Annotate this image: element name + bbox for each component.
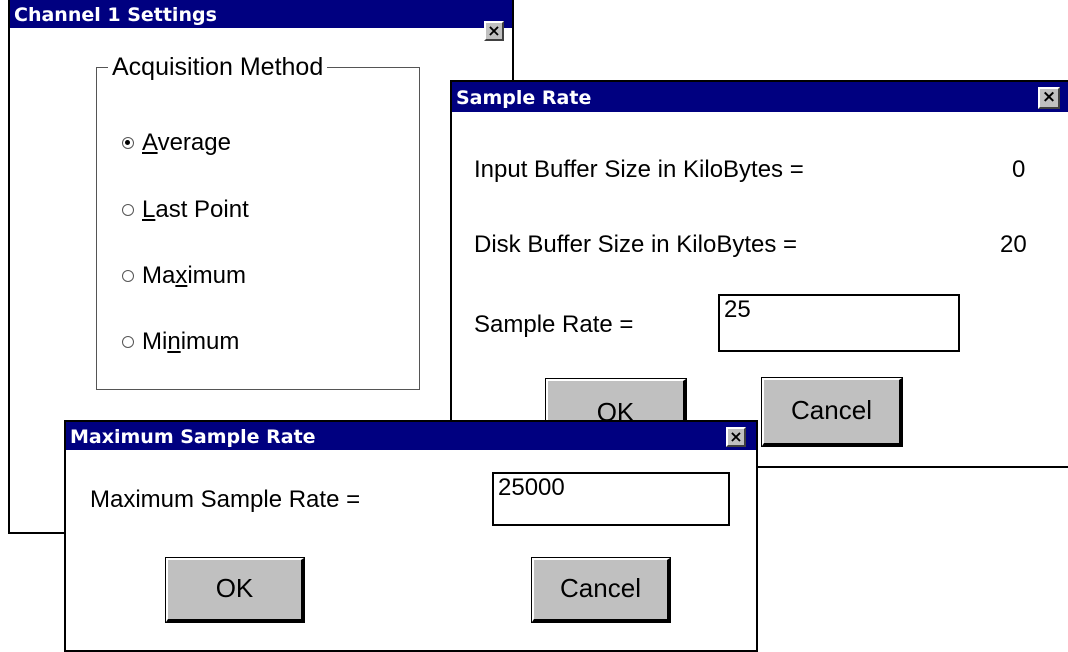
radio-average[interactable]: Average: [122, 129, 231, 157]
input-buffer-value: 0: [1012, 156, 1026, 183]
channel-settings-close-button[interactable]: ×: [484, 21, 504, 41]
max-sample-rate-window: Maximum Sample Rate × Maximum Sample Rat…: [64, 420, 758, 652]
max-sample-rate-titlebar[interactable]: Maximum Sample Rate: [66, 422, 756, 450]
close-icon: ×: [1041, 87, 1057, 107]
radio-unselected-icon: [122, 204, 134, 216]
radio-last-point[interactable]: Last Point: [122, 196, 249, 224]
max-sample-rate-cancel-button[interactable]: Cancel: [532, 558, 670, 622]
close-icon: ×: [487, 21, 501, 40]
max-sample-rate-title: Maximum Sample Rate: [70, 426, 316, 448]
acquisition-method-legend: Acquisition Method: [108, 53, 328, 82]
cancel-button-label: Cancel: [791, 395, 872, 425]
radio-selected-icon: [122, 137, 134, 149]
radio-minimum[interactable]: Minimum: [122, 328, 239, 356]
sample-rate-title: Sample Rate: [456, 87, 592, 109]
max-sample-rate-label: Maximum Sample Rate =: [90, 486, 361, 513]
max-sample-rate-ok-button[interactable]: OK: [166, 558, 304, 622]
radio-last-point-label: Last Point: [142, 196, 249, 223]
disk-buffer-label: Disk Buffer Size in KiloBytes =: [474, 231, 798, 258]
radio-unselected-icon: [122, 336, 134, 348]
radio-average-label: Average: [142, 129, 231, 156]
close-icon: ×: [729, 427, 743, 446]
sample-rate-titlebar[interactable]: Sample Rate: [452, 82, 1068, 112]
radio-maximum-label: Maximum: [142, 262, 247, 289]
sample-rate-close-button[interactable]: ×: [1038, 87, 1060, 109]
cancel-button-label: Cancel: [560, 573, 641, 603]
sample-rate-label: Sample Rate =: [474, 311, 634, 338]
radio-unselected-icon: [122, 270, 134, 282]
max-sample-rate-input[interactable]: 25000: [492, 472, 730, 526]
disk-buffer-value: 20: [1000, 231, 1027, 258]
ok-button-label: OK: [215, 573, 254, 603]
sample-rate-input[interactable]: 25: [718, 294, 960, 352]
radio-maximum[interactable]: Maximum: [122, 262, 246, 290]
input-buffer-label: Input Buffer Size in KiloBytes =: [474, 156, 804, 183]
channel-settings-title: Channel 1 Settings: [14, 4, 217, 26]
sample-rate-cancel-button[interactable]: Cancel: [762, 378, 902, 446]
sample-rate-window: Sample Rate × Input Buffer Size in KiloB…: [450, 80, 1068, 468]
radio-minimum-label: Minimum: [142, 328, 240, 355]
max-sample-rate-close-button[interactable]: ×: [726, 427, 746, 447]
channel-settings-titlebar[interactable]: Channel 1 Settings: [10, 0, 512, 28]
